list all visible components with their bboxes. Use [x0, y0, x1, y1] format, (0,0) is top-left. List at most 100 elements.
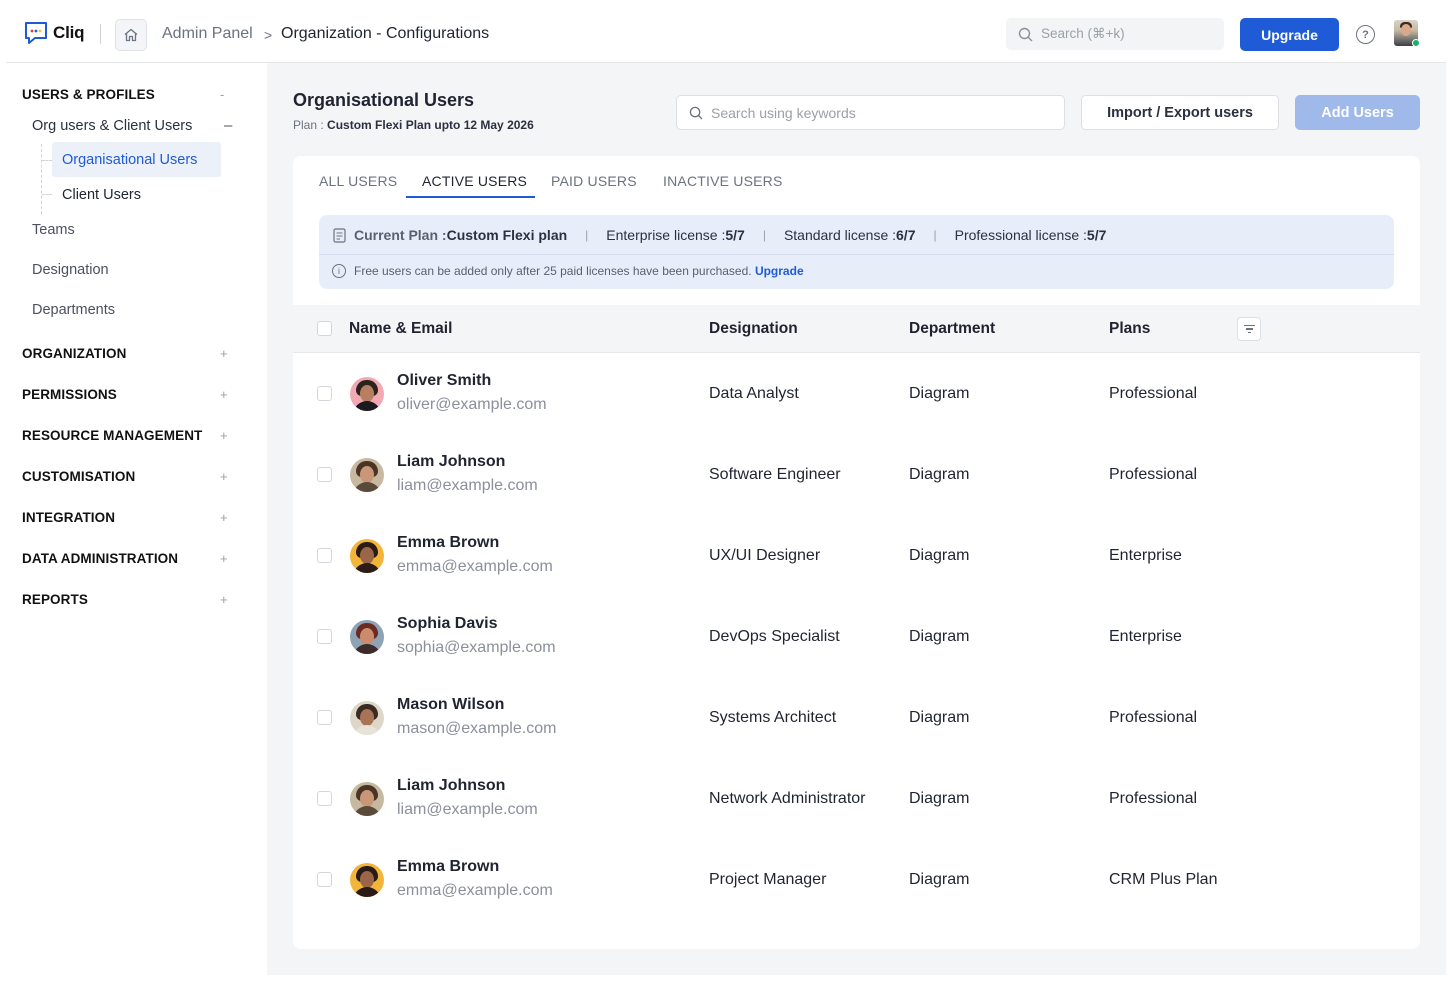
table-row[interactable]: Emma Brown emma@example.com UX/UI Design… — [293, 515, 1420, 596]
enterprise-license-value: 5/7 — [725, 227, 745, 243]
avatar — [350, 782, 384, 816]
home-button[interactable] — [115, 19, 147, 51]
table-row[interactable]: Oliver Smith oliver@example.com Data Ana… — [293, 353, 1420, 434]
top-bar: Cliq Admin Panel > Organization - Config… — [6, 0, 1446, 63]
expand-icon[interactable]: + — [220, 592, 228, 607]
select-all-checkbox[interactable] — [317, 321, 332, 336]
tab-paid-users[interactable]: PAID USERS — [551, 173, 637, 189]
row-checkbox[interactable] — [317, 629, 332, 644]
app-name: Cliq — [53, 23, 85, 42]
breadcrumb-root[interactable]: Admin Panel — [162, 25, 253, 43]
column-header-designation[interactable]: Designation — [709, 320, 798, 338]
upgrade-link[interactable]: Upgrade — [755, 264, 804, 278]
upgrade-button[interactable]: Upgrade — [1240, 18, 1339, 51]
global-search-input[interactable]: Search (⌘+k) — [1006, 18, 1224, 50]
online-status-indicator — [1412, 39, 1420, 47]
active-tab-indicator — [406, 196, 535, 198]
user-department: Diagram — [909, 628, 970, 645]
user-plan: Enterprise — [1109, 628, 1182, 645]
row-checkbox[interactable] — [317, 791, 332, 806]
tree-connector — [41, 144, 42, 214]
avatar — [350, 620, 384, 654]
column-header-name-email[interactable]: Name & Email — [349, 320, 452, 338]
sidebar-section-integration[interactable]: INTEGRATION — [22, 510, 115, 525]
add-users-button[interactable]: Add Users — [1295, 95, 1420, 130]
column-header-plans[interactable]: Plans — [1109, 320, 1150, 338]
collapse-icon[interactable]: - — [220, 87, 224, 102]
expand-icon[interactable]: + — [220, 551, 228, 566]
sidebar-item-organisational-users[interactable]: Organisational Users — [62, 152, 197, 168]
page-title: Organisational Users — [293, 90, 475, 110]
avatar — [350, 539, 384, 573]
separator: | — [933, 228, 937, 242]
user-department: Diagram — [909, 466, 970, 483]
user-name: Sophia Davis — [397, 615, 498, 632]
user-plan: Professional — [1109, 709, 1198, 726]
expand-icon[interactable]: + — [220, 510, 228, 525]
import-export-users-button[interactable]: Import / Export users — [1081, 95, 1279, 130]
row-checkbox[interactable] — [317, 872, 332, 887]
sidebar-item-teams[interactable]: Teams — [32, 222, 75, 238]
user-department: Diagram — [909, 790, 970, 807]
sidebar-group-org-client-users[interactable]: Org users & Client Users — [32, 118, 192, 134]
avatar — [350, 701, 384, 735]
user-search-input[interactable]: Search using keywords — [676, 95, 1065, 130]
user-email: liam@example.com — [397, 801, 538, 818]
sidebar-section-permissions[interactable]: PERMISSIONS — [22, 387, 117, 402]
row-checkbox[interactable] — [317, 467, 332, 482]
sidebar-section-organization[interactable]: ORGANIZATION — [22, 346, 126, 361]
user-designation: DevOps Specialist — [709, 628, 840, 645]
table-row[interactable]: Liam Johnson liam@example.com Network Ad… — [293, 758, 1420, 839]
filter-icon[interactable] — [1237, 317, 1261, 341]
user-search-placeholder: Search using keywords — [711, 104, 856, 121]
main-content: Organisational Users Plan : Custom Flexi… — [267, 63, 1446, 975]
standard-license-label: Standard license : — [783, 227, 897, 243]
expand-icon[interactable]: + — [220, 469, 228, 484]
professional-license-label: Professional license : — [954, 227, 1087, 243]
user-designation: Network Administrator — [709, 790, 866, 807]
sidebar-section-data-administration[interactable]: DATA ADMINISTRATION — [22, 551, 178, 566]
global-search-placeholder: Search (⌘+k) — [1041, 26, 1125, 41]
users-card: ALL USERS ACTIVE USERS PAID USERS INACTI… — [293, 156, 1420, 949]
user-plan: Professional — [1109, 790, 1198, 807]
free-users-note-text: Free users can be added only after 25 pa… — [354, 264, 752, 278]
row-checkbox[interactable] — [317, 548, 332, 563]
tab-all-users[interactable]: ALL USERS — [319, 173, 397, 189]
table-row[interactable]: Sophia Davis sophia@example.com DevOps S… — [293, 596, 1420, 677]
table-row[interactable]: Liam Johnson liam@example.com Software E… — [293, 434, 1420, 515]
expand-icon[interactable]: + — [220, 346, 228, 361]
help-icon[interactable]: ? — [1356, 25, 1375, 44]
row-checkbox[interactable] — [317, 710, 332, 725]
expand-icon[interactable]: + — [220, 387, 228, 402]
user-designation: Project Manager — [709, 871, 827, 888]
tree-connector — [42, 160, 52, 161]
tab-inactive-users[interactable]: INACTIVE USERS — [663, 173, 783, 189]
table-row[interactable]: Emma Brown emma@example.com Project Mana… — [293, 839, 1420, 920]
user-designation: Software Engineer — [709, 466, 841, 483]
collapse-group-icon[interactable]: – — [224, 117, 232, 134]
user-name: Oliver Smith — [397, 372, 492, 389]
sidebar-item-designation[interactable]: Designation — [32, 262, 109, 278]
row-checkbox[interactable] — [317, 386, 332, 401]
sidebar-section-resource-management[interactable]: RESOURCE MANAGEMENT — [22, 428, 202, 443]
user-email: liam@example.com — [397, 477, 538, 494]
current-plan-label: Current Plan : — [354, 227, 447, 243]
user-email: emma@example.com — [397, 882, 553, 899]
app-frame: Cliq Admin Panel > Organization - Config… — [6, 0, 1446, 975]
sidebar-section-customisation[interactable]: CUSTOMISATION — [22, 469, 135, 484]
tab-active-users[interactable]: ACTIVE USERS — [422, 173, 527, 189]
user-plan: Professional — [1109, 385, 1198, 402]
sidebar-section-users-profiles[interactable]: USERS & PROFILES — [22, 87, 155, 102]
enterprise-license-label: Enterprise license : — [606, 227, 726, 243]
user-name: Emma Brown — [397, 858, 500, 875]
column-header-department[interactable]: Department — [909, 320, 995, 338]
user-email: emma@example.com — [397, 558, 553, 575]
sidebar-section-reports[interactable]: REPORTS — [22, 592, 88, 607]
user-name: Emma Brown — [397, 534, 500, 551]
sidebar-item-client-users[interactable]: Client Users — [62, 187, 141, 203]
expand-icon[interactable]: + — [220, 428, 228, 443]
app-logo[interactable]: Cliq — [23, 20, 85, 46]
table-row[interactable]: Mason Wilson mason@example.com Systems A… — [293, 677, 1420, 758]
user-plan: Enterprise — [1109, 547, 1182, 564]
sidebar-item-departments[interactable]: Departments — [32, 302, 115, 318]
